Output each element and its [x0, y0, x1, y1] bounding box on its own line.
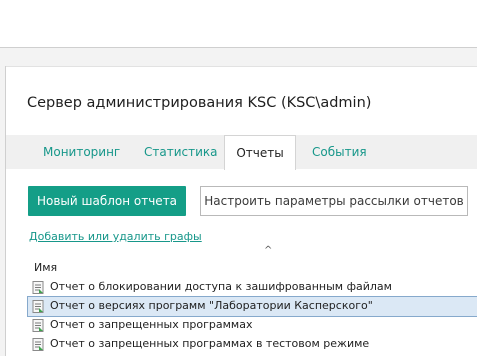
list-item[interactable]: Отчет о версиях программ "Лаборатории Ка…: [27, 296, 477, 317]
report-document-icon: [32, 281, 44, 294]
reports-list: Отчет о блокировании доступа к зашифрова…: [27, 278, 477, 354]
toolbar-strip: [0, 48, 477, 66]
tab-bar: Мониторинг Статистика Отчеты События: [6, 135, 477, 170]
column-header-name[interactable]: Имя: [34, 261, 57, 274]
list-item[interactable]: Отчет о запрещенных программах: [28, 316, 477, 335]
page-title: Сервер администрирования KSC (KSC\admin): [27, 95, 372, 111]
configure-report-delivery-button[interactable]: Настроить параметры рассылки отчетов: [200, 186, 468, 216]
list-item[interactable]: Отчет о блокировании доступа к зашифрова…: [28, 278, 477, 297]
list-item-label: Отчет о запрещенных программах: [50, 318, 253, 331]
sort-ascending-icon[interactable]: ^: [264, 245, 272, 256]
tab-statistics[interactable]: Статистика: [144, 135, 218, 169]
window-top-bar: [0, 0, 477, 48]
list-item[interactable]: Отчет о запрещенных программах в тестово…: [28, 335, 477, 354]
report-document-icon: [32, 300, 44, 313]
list-item-label: Отчет о запрещенных программах в тестово…: [50, 337, 370, 350]
new-report-template-button[interactable]: Новый шаблон отчета: [28, 186, 186, 216]
add-remove-columns-link[interactable]: Добавить или удалить графы: [29, 230, 202, 243]
tab-monitoring[interactable]: Мониторинг: [43, 135, 120, 169]
reports-panel: Сервер администрирования KSC (KSC\admin)…: [6, 66, 477, 357]
list-item-label: Отчет о блокировании доступа к зашифрова…: [50, 280, 392, 293]
report-document-icon: [32, 338, 44, 351]
tab-reports[interactable]: Отчеты: [224, 135, 296, 170]
report-document-icon: [32, 319, 44, 332]
list-item-label: Отчет о версиях программ "Лаборатории Ка…: [50, 299, 373, 312]
tab-events[interactable]: События: [312, 135, 367, 169]
